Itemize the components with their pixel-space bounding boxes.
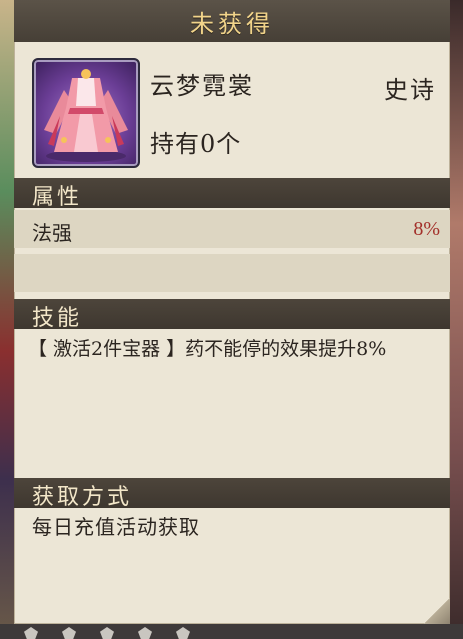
panel-title: 未获得 — [190, 9, 274, 38]
stat-row: 法强 8% — [14, 210, 450, 248]
acquire-header: 获取方式 — [14, 478, 450, 510]
stat-row-empty — [14, 254, 450, 292]
stat-name: 法强 — [32, 221, 72, 245]
stat-value: 8% — [413, 218, 440, 240]
skill-description: 【 激活2件宝器 】药不能停的效果提升8% — [28, 338, 387, 360]
skills-header: 技能 — [14, 299, 450, 331]
item-icon[interactable] — [32, 58, 140, 168]
acquire-title: 获取方式 — [32, 485, 133, 510]
acquire-method: 每日充值活动获取 — [32, 515, 200, 539]
attributes-title: 属性 — [32, 185, 83, 210]
item-rarity: 史诗 — [384, 76, 436, 104]
title-bar: 未获得 — [14, 0, 450, 42]
skills-title: 技能 — [32, 306, 83, 331]
costume-dress-icon — [44, 69, 128, 162]
attributes-header: 属性 — [14, 178, 450, 210]
owned-count: 持有0个 — [150, 130, 242, 158]
item-name: 云梦霓裳 — [150, 72, 254, 100]
page-curl-corner — [424, 598, 450, 624]
item-detail-panel: 未获得 云梦霓裳 史诗 持有0个 属性 法强 8% 技能 【 激活2件宝器 】药… — [14, 0, 450, 624]
